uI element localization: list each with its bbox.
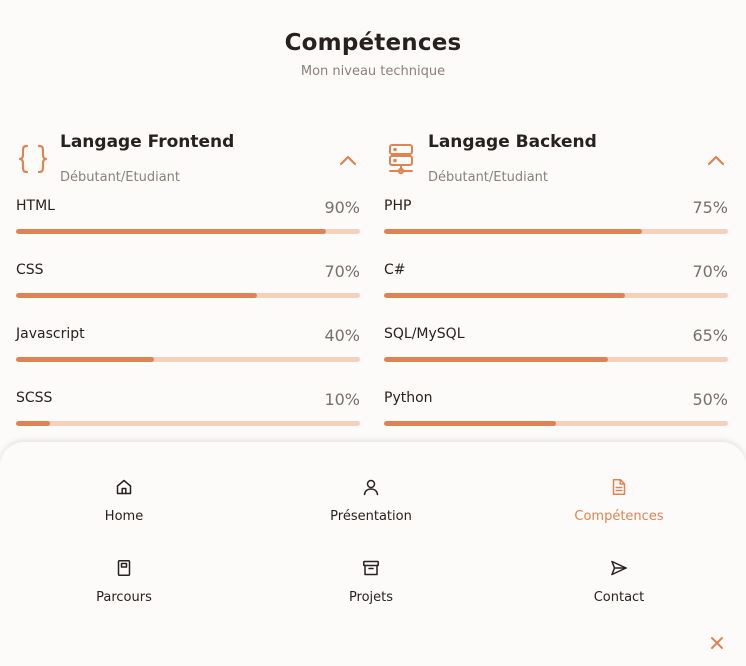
nav-item-projets[interactable]: Projets — [291, 559, 451, 613]
section-title: Compétences — [284, 30, 462, 56]
skill-percent: 70% — [692, 262, 728, 281]
skills-frontend-card: Langage Frontend Débutant/Etudiant HTML … — [16, 128, 360, 454]
send-icon — [610, 559, 628, 581]
skill-name: CSS — [16, 262, 44, 278]
nav-label: Projets — [348, 590, 394, 605]
skill-bar-track — [16, 229, 360, 234]
skill-percent: 10% — [324, 390, 360, 409]
skill-bar-track — [384, 421, 728, 426]
skill-row: SQL/MySQL 65% — [384, 326, 728, 390]
user-icon — [362, 478, 380, 500]
nav-menu: Home Présentation Compétences Parcours P… — [0, 442, 746, 666]
home-icon — [115, 478, 133, 500]
skill-name: HTML — [16, 198, 55, 214]
skill-name: Python — [384, 390, 433, 406]
skill-name: PHP — [384, 198, 412, 214]
frontend-title: Langage Frontend — [60, 132, 235, 152]
skills-backend-card: Langage Backend Débutant/Etudiant PHP 75… — [384, 128, 728, 454]
backend-title: Langage Backend — [428, 132, 597, 152]
chevron-up-icon[interactable] — [704, 148, 728, 172]
frontend-level: Débutant/Etudiant — [60, 170, 180, 185]
close-icon[interactable] — [706, 632, 728, 654]
section-subtitle: Mon niveau technique — [300, 64, 446, 79]
nav-item-home[interactable]: Home — [44, 478, 204, 532]
skill-name: SQL/MySQL — [384, 326, 465, 342]
nav-label: Parcours — [96, 590, 152, 605]
nav-label: Compétences — [574, 509, 664, 524]
backend-header[interactable]: Langage Backend Débutant/Etudiant — [384, 128, 728, 198]
skill-bar-fill — [16, 293, 257, 298]
skill-name: C# — [384, 262, 406, 278]
nav-item-presentation[interactable]: Présentation — [291, 478, 451, 532]
skill-row: HTML 90% — [16, 198, 360, 262]
braces-icon — [16, 142, 50, 176]
skill-name: Javascript — [16, 326, 85, 342]
skill-bar-fill — [384, 357, 608, 362]
skill-percent: 75% — [692, 198, 728, 217]
skill-row: CSS 70% — [16, 262, 360, 326]
skill-bar-fill — [384, 421, 556, 426]
backend-level: Débutant/Etudiant — [428, 170, 548, 185]
nav-label: Contact — [593, 590, 645, 605]
frontend-header[interactable]: Langage Frontend Débutant/Etudiant — [16, 128, 360, 198]
nav-item-contact[interactable]: Contact — [539, 559, 699, 613]
nav-label: Présentation — [330, 509, 412, 524]
skill-row: PHP 75% — [384, 198, 728, 262]
skill-percent: 65% — [692, 326, 728, 345]
skill-bar-track — [384, 357, 728, 362]
nav-item-parcours[interactable]: Parcours — [44, 559, 204, 613]
book-icon — [115, 559, 133, 581]
skill-bar-track — [384, 229, 728, 234]
skill-bar-track — [384, 293, 728, 298]
skill-bar-track — [16, 357, 360, 362]
skill-percent: 40% — [324, 326, 360, 345]
page: Compétences Mon niveau technique Langage… — [0, 0, 746, 666]
server-icon — [384, 142, 418, 176]
skill-bar-fill — [16, 357, 154, 362]
skill-bar-fill — [384, 293, 625, 298]
archive-icon — [362, 559, 380, 581]
skill-row: C# 70% — [384, 262, 728, 326]
skill-percent: 90% — [324, 198, 360, 217]
skill-bar-fill — [16, 229, 326, 234]
skill-name: SCSS — [16, 390, 53, 406]
chevron-up-icon[interactable] — [336, 148, 360, 172]
skill-percent: 50% — [692, 390, 728, 409]
skill-bar-fill — [16, 421, 51, 426]
skill-percent: 70% — [324, 262, 360, 281]
skill-bar-fill — [384, 229, 642, 234]
skill-row: Javascript 40% — [16, 326, 360, 390]
nav-item-competences[interactable]: Compétences — [539, 478, 699, 532]
nav-label: Home — [104, 509, 144, 524]
document-icon — [610, 478, 628, 500]
skill-bar-track — [16, 421, 360, 426]
skill-bar-track — [16, 293, 360, 298]
